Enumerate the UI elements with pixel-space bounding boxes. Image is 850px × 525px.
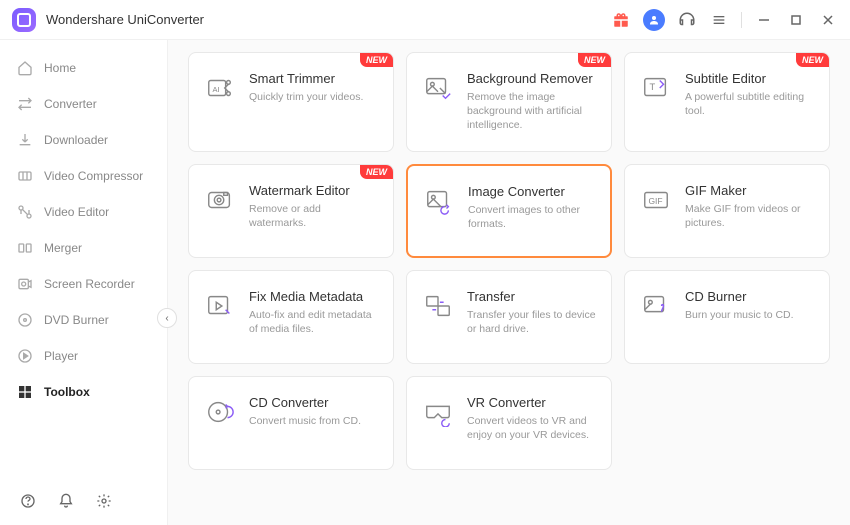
watermark-icon: [203, 183, 237, 217]
card-desc: Auto-fix and edit metadata of media file…: [249, 308, 379, 336]
collapse-button[interactable]: ‹: [157, 308, 177, 328]
card-title: Subtitle Editor: [685, 71, 815, 86]
sidebar-item-label: Toolbox: [44, 385, 90, 399]
trimmer-icon: AI: [203, 71, 237, 105]
sidebar-item-toolbox[interactable]: Toolbox: [0, 374, 167, 410]
recorder-icon: [16, 275, 34, 293]
card-title: CD Burner: [685, 289, 794, 304]
close-icon[interactable]: [818, 10, 838, 30]
menu-icon[interactable]: [709, 10, 729, 30]
card-title: Watermark Editor: [249, 183, 379, 198]
sidebar-item-home[interactable]: Home: [0, 50, 167, 86]
sidebar-item-dvd-burner[interactable]: DVD Burner: [0, 302, 167, 338]
card-title: CD Converter: [249, 395, 361, 410]
sidebar-item-label: Screen Recorder: [44, 277, 135, 291]
dvd-icon: [16, 311, 34, 329]
settings-icon[interactable]: [94, 491, 114, 511]
bell-icon[interactable]: [56, 491, 76, 511]
sidebar-item-video-compressor[interactable]: Video Compressor: [0, 158, 167, 194]
sidebar-item-downloader[interactable]: Downloader: [0, 122, 167, 158]
sidebar-item-label: Video Compressor: [44, 169, 143, 183]
svg-text:T: T: [649, 82, 655, 92]
sidebar: Home Converter Downloader Video Compressor V…: [0, 40, 168, 525]
card-desc: Convert images to other formats.: [468, 203, 596, 231]
toolbox-icon: [16, 383, 34, 401]
sidebar-item-label: DVD Burner: [44, 313, 109, 327]
downloader-icon: [16, 131, 34, 149]
gif-icon: GIF: [639, 183, 673, 217]
compressor-icon: [16, 167, 34, 185]
sidebar-item-label: Video Editor: [44, 205, 109, 219]
card-vr-converter[interactable]: VR Converter Convert videos to VR and enj…: [406, 376, 612, 470]
card-subtitle-editor[interactable]: NEW T Subtitle Editor A powerful subtitle e…: [624, 52, 830, 152]
cdconv-icon: [203, 395, 237, 429]
sidebar-item-label: Player: [44, 349, 78, 363]
card-transfer[interactable]: Transfer Transfer your files to device or…: [406, 270, 612, 364]
new-badge: NEW: [578, 53, 611, 67]
card-desc: Make GIF from videos or pictures.: [685, 202, 815, 230]
card-desc: Burn your music to CD.: [685, 308, 794, 322]
cdburn-icon: [639, 289, 673, 323]
card-desc: A powerful subtitle editing tool.: [685, 90, 815, 118]
help-icon[interactable]: [18, 491, 38, 511]
card-gif-maker[interactable]: GIF GIF Maker Make GIF from videos or pict…: [624, 164, 830, 258]
sidebar-item-video-editor[interactable]: Video Editor: [0, 194, 167, 230]
card-fix-media-metadata[interactable]: Fix Media Metadata Auto-fix and edit meta…: [188, 270, 394, 364]
imageconv-icon: [422, 184, 456, 218]
metadata-icon: [203, 289, 237, 323]
svg-text:GIF: GIF: [649, 195, 663, 205]
user-icon[interactable]: [643, 9, 665, 31]
titlebar-controls: [611, 9, 838, 31]
card-desc: Transfer your files to device or hard dr…: [467, 308, 597, 336]
card-title: Fix Media Metadata: [249, 289, 379, 304]
transfer-icon: [421, 289, 455, 323]
card-desc: Remove or add watermarks.: [249, 202, 379, 230]
vr-icon: [421, 395, 455, 429]
support-icon[interactable]: [677, 10, 697, 30]
new-badge: NEW: [796, 53, 829, 67]
sidebar-item-label: Merger: [44, 241, 82, 255]
content-area: NEW AI Smart Trimmer Quickly trim your vide…: [168, 40, 850, 525]
home-icon: [16, 59, 34, 77]
new-badge: NEW: [360, 53, 393, 67]
app-title: Wondershare UniConverter: [46, 12, 204, 27]
editor-icon: [16, 203, 34, 221]
svg-text:AI: AI: [213, 85, 220, 94]
gift-icon[interactable]: [611, 10, 631, 30]
card-cd-burner[interactable]: CD Burner Burn your music to CD.: [624, 270, 830, 364]
sidebar-item-screen-recorder[interactable]: Screen Recorder: [0, 266, 167, 302]
card-desc: Remove the image background with artific…: [467, 90, 597, 133]
subtitle-icon: T: [639, 71, 673, 105]
card-title: Smart Trimmer: [249, 71, 363, 86]
sidebar-item-converter[interactable]: Converter: [0, 86, 167, 122]
titlebar: Wondershare UniConverter: [0, 0, 850, 40]
bgremove-icon: [421, 71, 455, 105]
card-title: Background Remover: [467, 71, 597, 86]
maximize-icon[interactable]: [786, 10, 806, 30]
converter-icon: [16, 95, 34, 113]
merger-icon: [16, 239, 34, 257]
sidebar-item-label: Downloader: [44, 133, 108, 147]
card-watermark-editor[interactable]: NEW Watermark Editor Remove or add waterma…: [188, 164, 394, 258]
card-background-remover[interactable]: NEW Background Remover Remove the image ba…: [406, 52, 612, 152]
card-title: Image Converter: [468, 184, 596, 199]
card-desc: Convert music from CD.: [249, 414, 361, 428]
minimize-icon[interactable]: [754, 10, 774, 30]
sidebar-item-label: Converter: [44, 97, 97, 111]
new-badge: NEW: [360, 165, 393, 179]
card-image-converter[interactable]: Image Converter Convert images to other f…: [406, 164, 612, 258]
sidebar-item-player[interactable]: Player: [0, 338, 167, 374]
card-desc: Quickly trim your videos.: [249, 90, 363, 104]
player-icon: [16, 347, 34, 365]
sidebar-item-label: Home: [44, 61, 76, 75]
card-smart-trimmer[interactable]: NEW AI Smart Trimmer Quickly trim your vide…: [188, 52, 394, 152]
app-logo: [12, 8, 36, 32]
sidebar-item-merger[interactable]: Merger: [0, 230, 167, 266]
card-cd-converter[interactable]: CD Converter Convert music from CD.: [188, 376, 394, 470]
card-title: GIF Maker: [685, 183, 815, 198]
card-title: Transfer: [467, 289, 597, 304]
card-desc: Convert videos to VR and enjoy on your V…: [467, 414, 597, 442]
card-title: VR Converter: [467, 395, 597, 410]
